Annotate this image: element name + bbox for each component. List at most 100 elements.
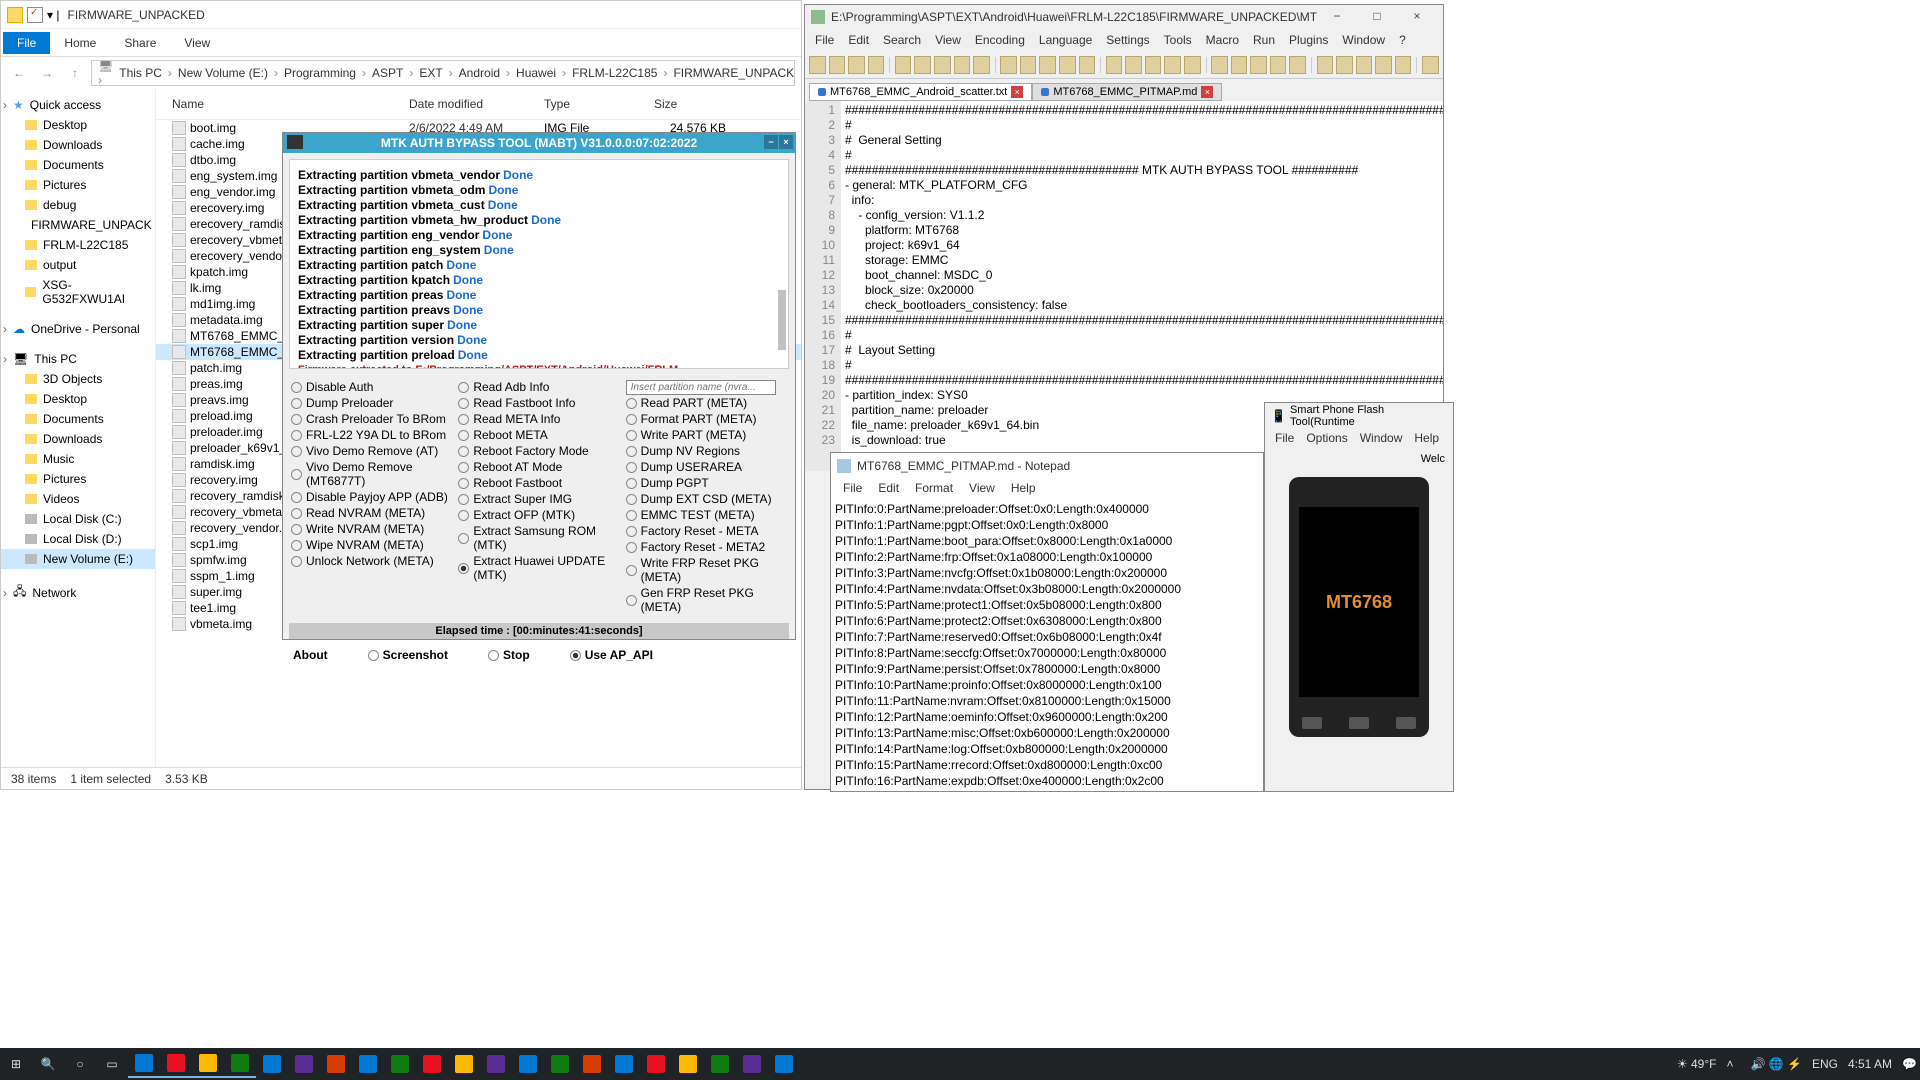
mtk-option[interactable]: Factory Reset - META	[626, 523, 787, 539]
mtk-option[interactable]: Write NVRAM (META)	[291, 521, 452, 537]
search-button[interactable]: 🔍	[32, 1050, 64, 1078]
cortana-button[interactable]: ○	[64, 1050, 96, 1078]
toolbar-icon[interactable]	[1375, 56, 1392, 74]
screenshot-radio[interactable]	[368, 650, 379, 661]
mtk-option[interactable]: Extract OFP (MTK)	[458, 507, 619, 523]
sidebar-item[interactable]: Pictures	[1, 175, 155, 195]
mtk-option[interactable]: Factory Reset - META2	[626, 539, 787, 555]
stop-radio[interactable]	[488, 650, 499, 661]
taskbar-app[interactable]	[160, 1050, 192, 1078]
menu-item[interactable]: Tools	[1158, 31, 1198, 49]
menu-item[interactable]: Macro	[1200, 31, 1245, 49]
menu-item[interactable]: Plugins	[1283, 31, 1334, 49]
toolbar-icon[interactable]	[829, 56, 846, 74]
mtk-option[interactable]: Format PART (META)	[626, 411, 787, 427]
mtk-option[interactable]: Read Fastboot Info	[458, 395, 619, 411]
tab-home[interactable]: Home	[50, 32, 110, 54]
toolbar-icon[interactable]	[954, 56, 971, 74]
taskbar-app[interactable]	[128, 1050, 160, 1078]
toolbar-icon[interactable]	[1356, 56, 1373, 74]
mtk-option[interactable]: Read NVRAM (META)	[291, 505, 452, 521]
sidebar-item[interactable]: FRLM-L22C185	[1, 235, 155, 255]
toolbar-icon[interactable]	[848, 56, 865, 74]
tab-close-icon[interactable]: ×	[1011, 86, 1023, 98]
toolbar-icon[interactable]	[1336, 56, 1353, 74]
clock[interactable]: 4:51 AM	[1848, 1057, 1892, 1071]
minimize-button[interactable]: −	[764, 135, 778, 149]
taskbar-app[interactable]	[608, 1050, 640, 1078]
sidebar-item[interactable]: Downloads	[1, 429, 155, 449]
sidebar-network[interactable]: 🖧Network	[1, 579, 155, 606]
sidebar-item[interactable]: Music	[1, 449, 155, 469]
sidebar-item[interactable]: Local Disk (C:)	[1, 509, 155, 529]
toolbar-icon[interactable]	[1317, 56, 1334, 74]
toolbar-icon[interactable]	[1211, 56, 1228, 74]
menu-item[interactable]: Encoding	[969, 31, 1031, 49]
menu-item[interactable]: Options	[1300, 429, 1353, 449]
taskbar-app[interactable]	[288, 1050, 320, 1078]
maximize-button[interactable]: □	[1357, 7, 1397, 27]
menu-item[interactable]: Help	[1003, 479, 1044, 499]
mtk-option[interactable]: EMMC TEST (META)	[626, 507, 787, 523]
sidebar-item[interactable]: 3D Objects	[1, 369, 155, 389]
close-button[interactable]: ×	[779, 135, 793, 149]
taskbar-app[interactable]	[384, 1050, 416, 1078]
breadcrumb-item[interactable]: Programming	[280, 66, 360, 80]
mtk-option[interactable]: Unlock Network (META)	[291, 553, 452, 569]
col-date[interactable]: Date modified	[401, 93, 536, 115]
mtk-option[interactable]: Write FRP Reset PKG (META)	[626, 555, 787, 585]
toolbar-icon[interactable]	[1422, 56, 1439, 74]
menu-item[interactable]: File	[809, 31, 840, 49]
menu-item[interactable]: Help	[1408, 429, 1445, 449]
sidebar-item[interactable]: Documents	[1, 409, 155, 429]
toolbar-icon[interactable]	[1289, 56, 1306, 74]
toolbar-icon[interactable]	[1125, 56, 1142, 74]
taskbar-app[interactable]	[704, 1050, 736, 1078]
col-size[interactable]: Size	[646, 93, 746, 115]
sidebar-item[interactable]: Desktop	[1, 115, 155, 135]
sidebar-item[interactable]: Downloads	[1, 135, 155, 155]
toolbar-icon[interactable]	[914, 56, 931, 74]
breadcrumb-item[interactable]: EXT	[415, 66, 446, 80]
toolbar-icon[interactable]	[1164, 56, 1181, 74]
toolbar-icon[interactable]	[895, 56, 912, 74]
mtk-option[interactable]: Extract Super IMG	[458, 491, 619, 507]
taskbar-app[interactable]	[448, 1050, 480, 1078]
toolbar-icon[interactable]	[1000, 56, 1017, 74]
mtk-option[interactable]: Read PART (META)	[626, 395, 787, 411]
taskbar-app[interactable]	[320, 1050, 352, 1078]
toolbar-icon[interactable]	[1020, 56, 1037, 74]
tray-chevron-icon[interactable]: ˄	[1726, 1057, 1740, 1071]
sidebar-onedrive[interactable]: ☁OneDrive - Personal	[1, 319, 155, 339]
taskbar-app[interactable]	[640, 1050, 672, 1078]
taskbar-app[interactable]	[352, 1050, 384, 1078]
menu-item[interactable]: View	[929, 31, 967, 49]
forward-button[interactable]: →	[35, 61, 59, 85]
sidebar-item[interactable]: Pictures	[1, 469, 155, 489]
mtk-option[interactable]: Dump EXT CSD (META)	[626, 491, 787, 507]
sidebar-item[interactable]: Videos	[1, 489, 155, 509]
toolbar-icon[interactable]	[1106, 56, 1123, 74]
taskbar-app[interactable]	[544, 1050, 576, 1078]
menu-item[interactable]: Settings	[1100, 31, 1155, 49]
breadcrumb-item[interactable]: FRLM-L22C185	[568, 66, 661, 80]
language-indicator[interactable]: ENG	[1812, 1057, 1838, 1071]
sidebar-item[interactable]: New Volume (E:)	[1, 549, 155, 569]
sidebar-item[interactable]: FIRMWARE_UNPACK	[1, 215, 155, 235]
tab-file[interactable]: File	[3, 32, 50, 54]
sidebar-this-pc[interactable]: 🖥This PC	[1, 349, 155, 369]
mtk-option[interactable]: Disable Payjoy APP (ADB)	[291, 489, 452, 505]
menu-item[interactable]: File	[1269, 429, 1300, 449]
scrollbar-thumb[interactable]	[778, 290, 786, 350]
mtk-option[interactable]: Read Adb Info	[458, 379, 619, 395]
menu-item[interactable]: Window	[1354, 429, 1409, 449]
sidebar-item[interactable]: Documents	[1, 155, 155, 175]
toolbar-icon[interactable]	[1079, 56, 1096, 74]
menu-item[interactable]: Window	[1336, 31, 1391, 49]
mtk-option[interactable]: Extract Samsung ROM (MTK)	[458, 523, 619, 553]
mtk-option[interactable]: Disable Auth	[291, 379, 452, 395]
mtk-option[interactable]: Vivo Demo Remove (MT6877T)	[291, 459, 452, 489]
taskbar-app[interactable]	[416, 1050, 448, 1078]
toolbar-icon[interactable]	[868, 56, 885, 74]
mtk-option[interactable]: Reboot Factory Mode	[458, 443, 619, 459]
